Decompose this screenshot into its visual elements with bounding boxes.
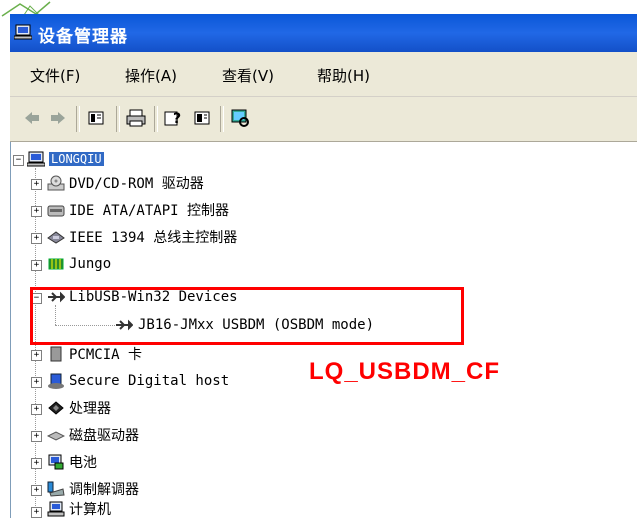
- toolbar-separator: [220, 106, 224, 132]
- battery-icon: [48, 454, 64, 470]
- expand-toggle[interactable]: +: [31, 179, 42, 190]
- toolbar-separator: [76, 106, 80, 132]
- view-button[interactable]: [190, 107, 214, 129]
- expand-toggle[interactable]: +: [31, 206, 42, 217]
- tree-item[interactable]: DVD/CD-ROM 驱动器: [69, 172, 204, 194]
- computer-icon: [27, 151, 45, 167]
- computer-icon: [14, 24, 32, 40]
- tree-root-label: LONGQIU: [49, 152, 104, 166]
- print-button[interactable]: [124, 107, 148, 129]
- back-button[interactable]: [20, 107, 44, 129]
- tree-root[interactable]: LONGQIU: [49, 148, 104, 170]
- menu-file[interactable]: 文件(F): [30, 65, 80, 86]
- scan-hardware-button[interactable]: [228, 107, 252, 129]
- menu-action[interactable]: 操作(A): [125, 65, 177, 86]
- pcmcia-icon: [50, 346, 62, 362]
- tree-item[interactable]: 调制解调器: [69, 478, 139, 500]
- tree-item[interactable]: PCMCIA 卡: [69, 343, 142, 365]
- ide-controller-icon: [47, 205, 65, 217]
- menu-help[interactable]: 帮助(H): [317, 65, 370, 86]
- toolbar-separator: [154, 106, 158, 132]
- view-icon: [194, 111, 210, 125]
- back-arrow-icon: [25, 112, 39, 124]
- tree-item[interactable]: IEEE 1394 总线主控制器: [69, 226, 237, 248]
- tree-item[interactable]: 计算机: [69, 498, 111, 520]
- modem-icon: [47, 481, 65, 497]
- cdrom-icon: [47, 175, 65, 191]
- properties-icon: [88, 111, 104, 125]
- expand-toggle[interactable]: +: [31, 431, 42, 442]
- jungo-icon: [48, 258, 64, 270]
- expand-toggle[interactable]: +: [31, 233, 42, 244]
- expand-toggle[interactable]: +: [31, 377, 42, 388]
- toolbar: ?: [10, 97, 637, 142]
- properties-button[interactable]: [84, 107, 108, 129]
- processor-icon: [48, 401, 64, 415]
- help-button[interactable]: ?: [162, 107, 186, 129]
- menu-bar: 文件(F) 操作(A) 查看(V) 帮助(H): [10, 52, 637, 97]
- tree-item[interactable]: IDE ATA/ATAPI 控制器: [69, 199, 229, 221]
- expand-toggle[interactable]: +: [31, 485, 42, 496]
- print-icon: [126, 109, 146, 127]
- ieee1394-icon: [47, 231, 65, 244]
- forward-button[interactable]: [46, 107, 70, 129]
- expand-toggle[interactable]: +: [31, 404, 42, 415]
- scan-hardware-icon: [231, 109, 249, 127]
- disk-drive-icon: [47, 431, 65, 441]
- annotation-label: LQ_USBDM_CF: [309, 358, 501, 385]
- tree-item[interactable]: 处理器: [69, 397, 111, 419]
- tree-item[interactable]: 磁盘驱动器: [69, 424, 139, 446]
- expand-toggle[interactable]: +: [31, 350, 42, 361]
- tree-item[interactable]: Secure Digital host: [69, 370, 229, 392]
- tree-item[interactable]: 电池: [69, 451, 97, 473]
- forward-arrow-icon: [51, 112, 65, 124]
- highlight-box: [30, 287, 464, 345]
- sd-host-icon: [48, 373, 64, 389]
- window-title: 设备管理器: [38, 27, 128, 47]
- expand-toggle[interactable]: +: [31, 507, 42, 518]
- expand-toggle[interactable]: +: [31, 260, 42, 271]
- computer-icon: [47, 501, 65, 517]
- svg-text:?: ?: [173, 111, 181, 127]
- tree-item[interactable]: Jungo: [69, 253, 111, 275]
- collapse-toggle[interactable]: −: [13, 155, 24, 166]
- toolbar-separator: [116, 106, 120, 132]
- help-icon: ?: [164, 111, 181, 127]
- menu-view[interactable]: 查看(V): [222, 65, 274, 86]
- expand-toggle[interactable]: +: [31, 458, 42, 469]
- title-bar: 设备管理器: [10, 14, 637, 52]
